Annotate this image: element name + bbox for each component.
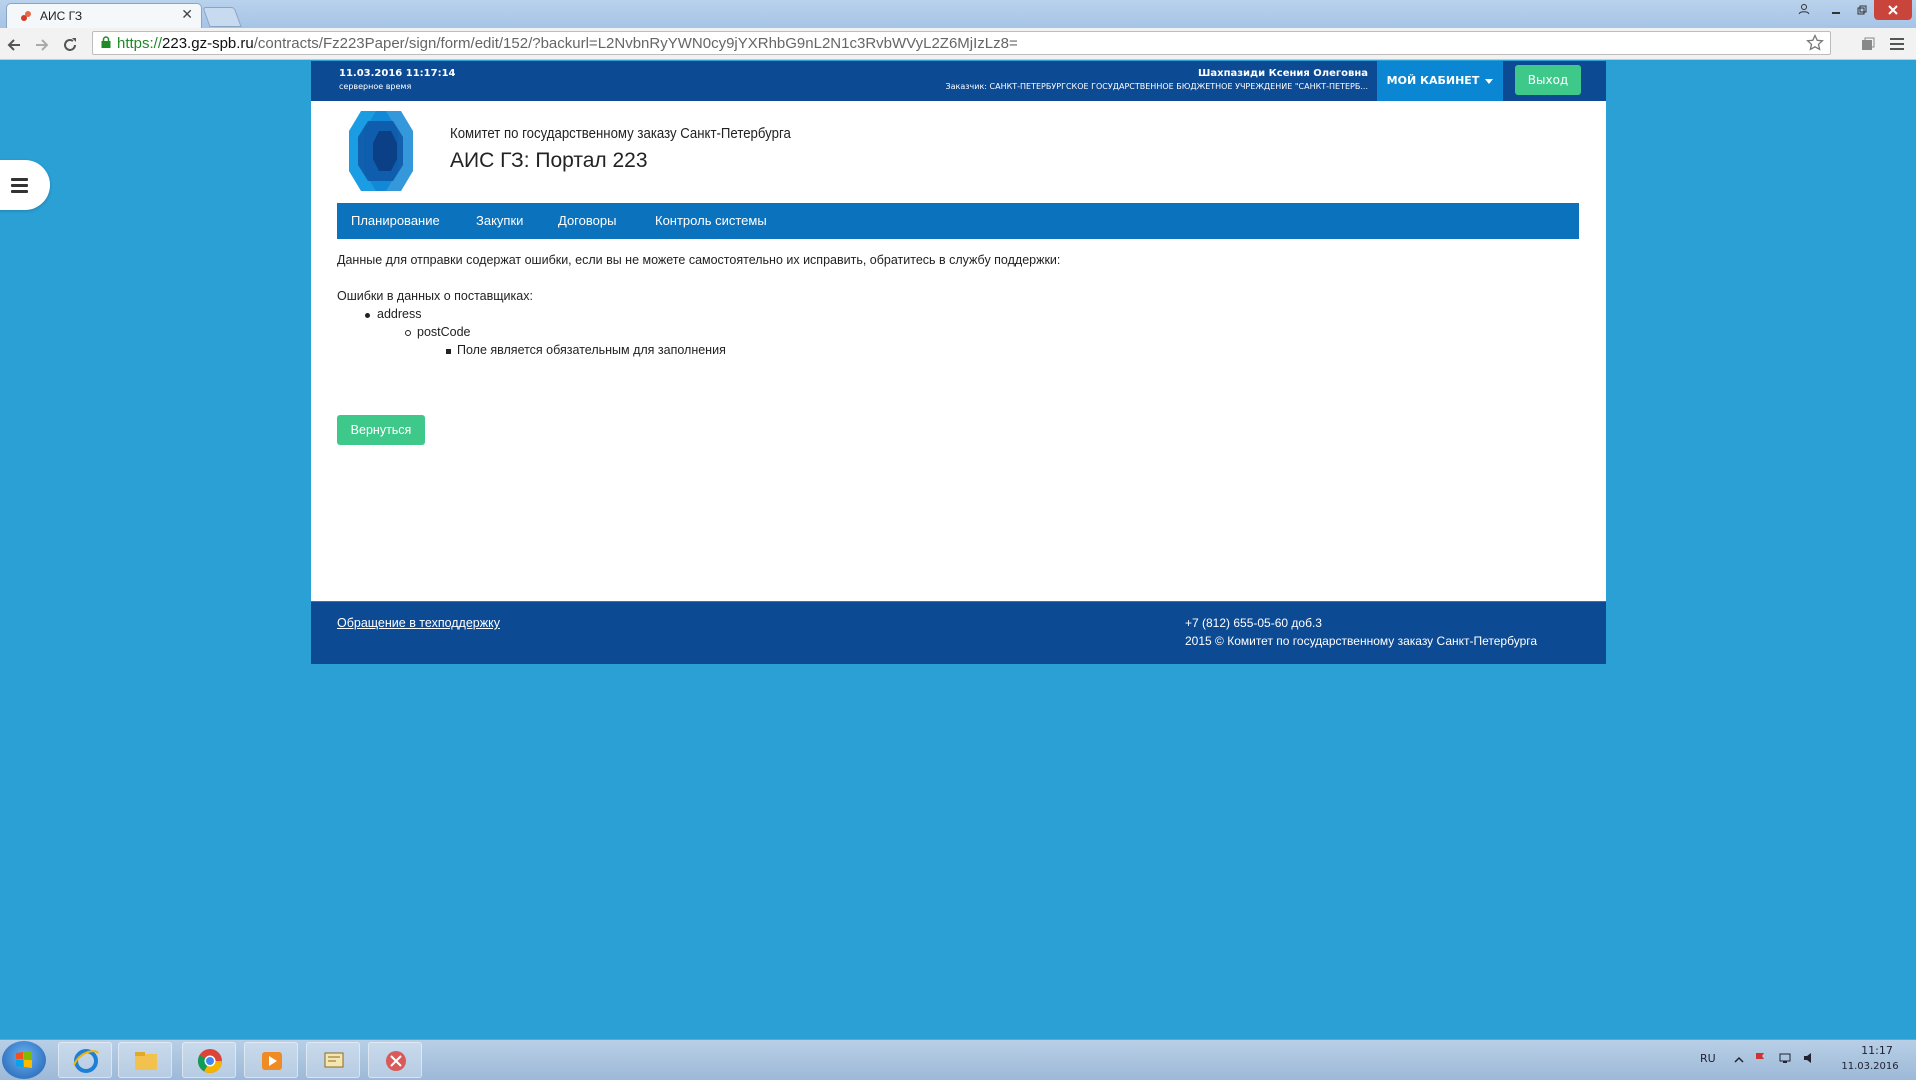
- server-time-label: серверное время: [339, 82, 412, 91]
- media-player-icon: [262, 1052, 282, 1070]
- taskbar-media[interactable]: [244, 1042, 298, 1078]
- back-arrow-icon[interactable]: [6, 37, 22, 53]
- tray-date[interactable]: 11.03.2016: [1838, 1061, 1902, 1072]
- server-datetime: 11.03.2016 11:17:14: [339, 68, 456, 79]
- url-text: https://223.gz-spb.ru/contracts/Fz223Pap…: [117, 35, 1018, 52]
- browser-toolbar: https://223.gz-spb.ru/contracts/Fz223Pap…: [0, 28, 1916, 60]
- close-window-icon[interactable]: [1874, 0, 1912, 20]
- language-indicator[interactable]: RU: [1700, 1052, 1716, 1065]
- user-name: Шахпазиди Ксения Олеговна: [1198, 68, 1368, 79]
- volume-icon[interactable]: [1802, 1051, 1816, 1065]
- crypto-tool-icon: [386, 1051, 406, 1071]
- tab-title: АИС ГЗ: [40, 9, 83, 23]
- taskbar: RU 11:17 11.03.2016: [0, 1039, 1916, 1080]
- logout-button[interactable]: Выход: [1515, 65, 1581, 95]
- nav-item-system-control[interactable]: Контроль системы: [655, 203, 767, 239]
- error-message-label: Поле является обязательным для заполнени…: [457, 343, 726, 357]
- forward-arrow-icon[interactable]: [34, 37, 50, 53]
- bullet-circle-icon: [405, 330, 411, 336]
- tray-clock[interactable]: 11:17: [1852, 1044, 1902, 1057]
- errors-heading: Ошибки в данных о поставщиках:: [337, 289, 533, 303]
- error-intro: Данные для отправки содержат ошибки, есл…: [337, 253, 1061, 267]
- back-button[interactable]: Вернуться: [337, 415, 425, 445]
- bullet-square-icon: [446, 349, 451, 354]
- portal-title: АИС ГЗ: Портал 223: [450, 149, 648, 172]
- certificate-icon: [324, 1052, 344, 1068]
- lock-icon: [101, 36, 111, 48]
- page-footer: Обращение в техподдержку +7 (812) 655-05…: [311, 601, 1606, 664]
- error-subfield-label: postCode: [417, 325, 471, 339]
- browser-tab[interactable]: АИС ГЗ ✕: [6, 3, 202, 28]
- nav-item-purchases[interactable]: Закупки: [476, 203, 523, 239]
- chrome-icon: [197, 1049, 222, 1074]
- taskbar-crypto[interactable]: [368, 1042, 422, 1078]
- caret-down-icon: [1485, 79, 1494, 84]
- taskbar-certificates[interactable]: [306, 1042, 360, 1078]
- nav-item-planning[interactable]: Планирование: [351, 203, 440, 239]
- url-scheme: https://: [117, 35, 163, 52]
- action-center-icon[interactable]: [1754, 1051, 1768, 1065]
- profile-icon[interactable]: [1790, 0, 1818, 20]
- reload-icon[interactable]: [62, 37, 78, 53]
- main-panel: Комитет по государственному заказу Санкт…: [311, 101, 1606, 601]
- taskbar-chrome[interactable]: [182, 1042, 236, 1078]
- copyright: 2015 © Комитет по государственному заказ…: [1185, 634, 1538, 648]
- new-tab-button[interactable]: [202, 7, 242, 27]
- support-link[interactable]: Обращение в техподдержку: [337, 616, 500, 630]
- address-bar[interactable]: https://223.gz-spb.ru/contracts/Fz223Pap…: [92, 31, 1831, 55]
- bookmark-star-icon[interactable]: [1806, 34, 1824, 52]
- show-hidden-icons-icon[interactable]: [1734, 1055, 1744, 1065]
- error-field-label: address: [377, 307, 422, 321]
- nav-item-contracts[interactable]: Договоры: [558, 203, 616, 239]
- browser-titlebar: АИС ГЗ ✕: [0, 0, 1916, 28]
- error-field: address: [365, 307, 422, 321]
- url-path: /contracts/Fz223Paper/sign/form/edit/152…: [253, 35, 1018, 52]
- main-nav: Планирование Закупки Договоры Контроль с…: [337, 203, 1579, 239]
- windows-logo-icon: [16, 1051, 32, 1068]
- error-message: Поле является обязательным для заполнени…: [446, 343, 726, 357]
- taskbar-ie[interactable]: [58, 1042, 112, 1078]
- internet-explorer-icon: [73, 1049, 99, 1073]
- minimize-icon[interactable]: [1822, 0, 1850, 20]
- top-bar: 11.03.2016 11:17:14 серверное время Шахп…: [311, 61, 1606, 101]
- system-tray: [1734, 1051, 1816, 1069]
- url-domain: 223.gz-spb.ru: [162, 35, 254, 52]
- org-name: Комитет по государственному заказу Санкт…: [450, 125, 791, 142]
- browser-menu-icon[interactable]: [1890, 37, 1904, 51]
- folder-icon: [135, 1052, 157, 1070]
- site-favicon-icon: [21, 11, 31, 21]
- portal-logo-icon: [349, 111, 413, 191]
- network-icon[interactable]: [1778, 1051, 1792, 1065]
- sidebar-toggle-button[interactable]: [0, 160, 50, 210]
- start-button[interactable]: [2, 1041, 46, 1079]
- page-container: 11.03.2016 11:17:14 серверное время Шахп…: [311, 61, 1606, 664]
- customer-name: Заказчик: САНКТ-ПЕТЕРБУРГСКОЕ ГОСУДАРСТВ…: [945, 82, 1369, 91]
- support-phone: +7 (812) 655-05-60 доб.3: [1185, 616, 1322, 630]
- extension-icon[interactable]: [1860, 36, 1876, 52]
- tab-close-icon[interactable]: ✕: [181, 7, 193, 23]
- my-cabinet-label: МОЙ КАБИНЕТ: [1386, 74, 1480, 87]
- restore-icon[interactable]: [1848, 0, 1876, 20]
- my-cabinet-button[interactable]: МОЙ КАБИНЕТ: [1377, 61, 1503, 101]
- taskbar-explorer[interactable]: [118, 1042, 172, 1078]
- error-subfield: postCode: [405, 325, 471, 339]
- bullet-disc-icon: [365, 313, 370, 318]
